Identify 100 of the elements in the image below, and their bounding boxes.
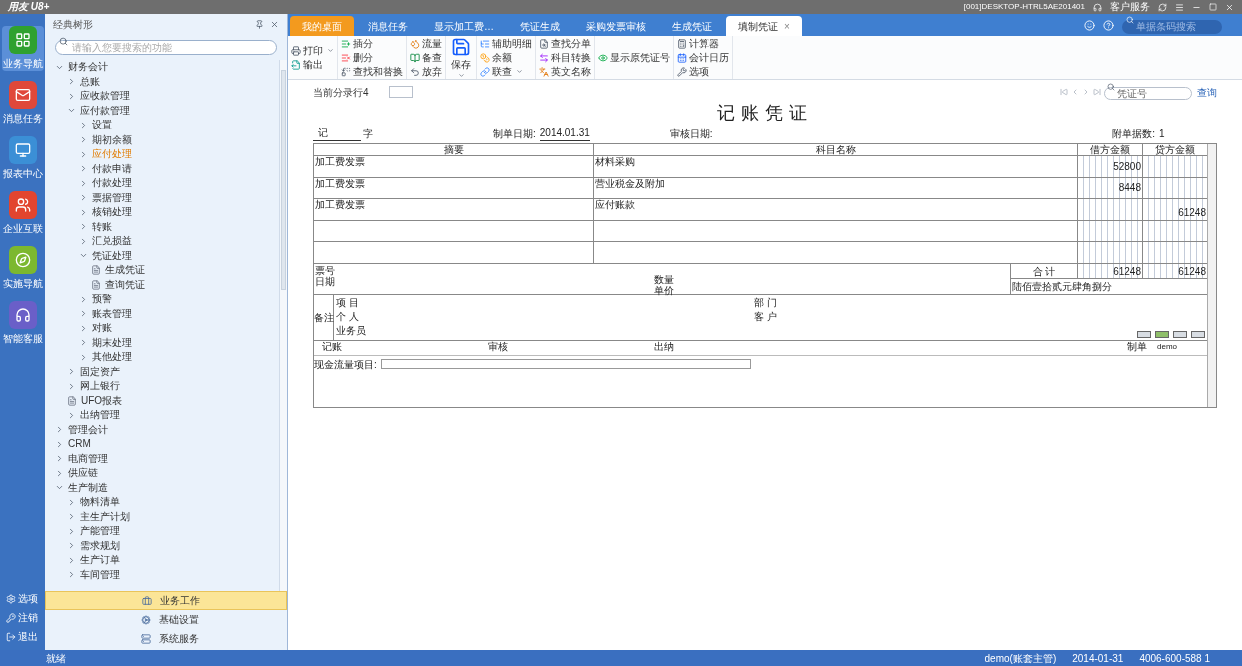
chevron-right-icon[interactable] [55,425,64,435]
tree-item[interactable]: 应收款管理 [80,91,130,102]
tree-item[interactable]: CRM [68,439,91,450]
chevron-right-icon[interactable] [79,323,88,333]
tree-item[interactable]: 查询凭证 [105,279,145,290]
toolbar-button[interactable]: 插分 [341,36,403,51]
last-icon[interactable] [1093,88,1101,96]
chevron-right-icon[interactable] [79,352,88,362]
panel-tab[interactable]: 基础设置 [45,610,287,629]
chevron-right-icon[interactable] [55,439,64,449]
barcode-search-field[interactable]: 单据条码搜索 [1122,19,1222,34]
small-tool-icon[interactable] [1191,330,1205,338]
chevron-right-icon[interactable] [79,236,88,246]
toolbar-button[interactable]: 余额 [480,50,532,65]
table-cell[interactable]: 营业税金及附加 [594,177,1078,198]
tree-item[interactable]: 需求规划 [80,540,120,551]
scrollbar[interactable] [279,60,287,591]
tree-item[interactable]: 预警 [92,294,112,305]
toolbar-button[interactable]: 科目转换 [539,50,591,65]
chevron-right-icon[interactable] [67,497,76,507]
rail-action[interactable]: 注销 [18,610,38,625]
menu-icon[interactable] [1175,2,1184,12]
chevron-right-icon[interactable] [67,91,76,101]
chevron-right-icon[interactable] [79,149,88,159]
panel-tab[interactable]: 业务工作 [45,591,287,610]
smiley-icon[interactable] [1084,19,1095,31]
chevron-right-icon[interactable] [67,570,76,580]
toolbar-button[interactable]: 显示原凭证号 [598,50,670,65]
table-cell[interactable]: 加工费发票 [314,177,594,198]
tree-item[interactable]: 设置 [92,120,112,131]
previous-icon[interactable] [1071,88,1079,96]
panel-tab[interactable]: 系统服务 [45,629,287,648]
rail-item[interactable]: 实施导航 [1,246,44,291]
date-value[interactable]: 2014.01.31 [539,125,590,141]
tree-item[interactable]: 财务会计 [68,62,108,73]
toolbar-button[interactable]: 放弃 [410,64,442,79]
refresh-icon[interactable] [1158,2,1167,12]
voucher-search-field[interactable]: 凭证号 [1104,87,1192,100]
toolbar-button[interactable]: 英文名称 [539,64,591,79]
tree-item[interactable]: 电商管理 [68,453,108,464]
tree-item[interactable]: 期初余额 [92,134,132,145]
toolbar-button[interactable]: 删分 [341,50,403,65]
tree-item[interactable]: 票据管理 [92,192,132,203]
voucher-type[interactable]: 记 [313,125,361,141]
tree-item[interactable]: 账表管理 [92,308,132,319]
table-cell[interactable]: 加工费发票 [314,199,594,220]
save-button[interactable]: 保存 [449,36,473,79]
toolbar-button[interactable]: 输出 [291,57,334,72]
tree-item[interactable]: 生成凭证 [105,265,145,276]
tree-item[interactable]: UFO报表 [81,395,123,406]
toolbar-button[interactable]: 打印 [291,43,334,58]
toolbar-button[interactable]: 计算器 [677,36,729,51]
scrollbar[interactable] [1207,144,1216,407]
chevron-right-icon[interactable] [67,512,76,522]
tree-item[interactable]: 凭证处理 [92,250,132,261]
tree-item[interactable]: 主生产计划 [80,511,130,522]
tree-item[interactable]: 车间管理 [80,569,120,580]
chevron-right-icon[interactable] [67,526,76,536]
chevron-right-icon[interactable] [79,135,88,145]
tree-item[interactable]: 出纳管理 [80,410,120,421]
tree-item[interactable]: 应付款管理 [80,105,130,116]
toolbar-button[interactable]: 联查 [480,64,532,79]
chevron-right-icon[interactable] [67,541,76,551]
tree-item[interactable]: 付款处理 [92,178,132,189]
table-cell[interactable]: 加工费发票 [314,156,594,177]
first-icon[interactable] [1060,88,1068,96]
table-cell[interactable]: 应付账款 [594,199,1078,220]
attachments-value[interactable]: 1 [1159,126,1199,141]
maximize-icon[interactable] [1209,3,1217,11]
toolbar-button[interactable]: 查找和替换 [341,64,403,79]
tree-item[interactable]: 付款申请 [92,163,132,174]
rail-item[interactable]: 企业互联 [1,191,44,236]
tab[interactable]: 消息任务 [356,16,420,36]
close-icon[interactable] [270,19,279,29]
tree-item[interactable]: 供应链 [68,468,98,479]
tree-item[interactable]: 固定资产 [80,366,120,377]
chevron-right-icon[interactable] [55,454,64,464]
tab-close[interactable]: × [784,18,790,34]
tree-item[interactable]: 生产制造 [68,482,108,493]
tree-item[interactable]: 生产订单 [80,555,120,566]
small-tool-icon[interactable] [1173,330,1187,338]
search-field[interactable]: 请输入您要搜索的功能 [55,40,277,55]
chevron-right-icon[interactable] [79,309,88,319]
toolbar-button[interactable]: 流量 [410,36,442,51]
tree-item[interactable]: 转账 [92,221,112,232]
rail-action[interactable]: 退出 [18,629,38,644]
customer-service-link[interactable]: 客户服务 [1110,2,1150,12]
tree-item[interactable]: 网上银行 [80,381,120,392]
query-link[interactable]: 查询 [1197,84,1217,100]
chevron-right-icon[interactable] [67,367,76,377]
chevron-right-icon[interactable] [67,77,76,87]
tab[interactable]: 凭证生成 [508,16,572,36]
tree-item[interactable]: 总账 [80,76,100,87]
toolbar-button[interactable]: 选项 [677,64,729,79]
tab[interactable]: 生成凭证 [660,16,724,36]
toolbar-button[interactable]: 会计日历 [677,50,729,65]
chevron-right-icon[interactable] [79,178,88,188]
scroll-thumb[interactable] [281,70,286,290]
tree-item[interactable]: 产能管理 [80,526,120,537]
rail-item[interactable]: 报表中心 [1,136,44,181]
